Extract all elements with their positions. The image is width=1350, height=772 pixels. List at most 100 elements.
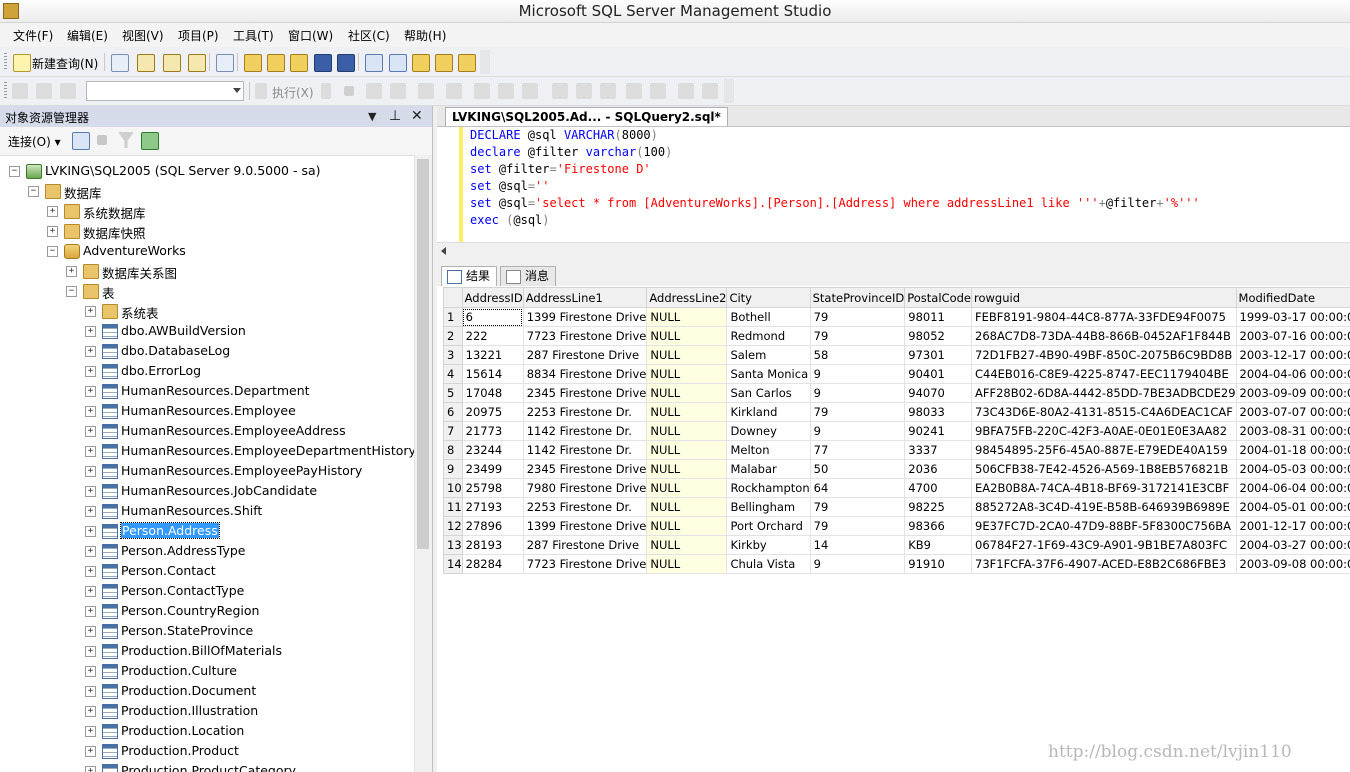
expand-icon[interactable]: +: [85, 626, 96, 637]
table-cell[interactable]: 98225: [904, 497, 972, 517]
row-number[interactable]: 11: [443, 497, 463, 517]
table-cell[interactable]: NULL: [646, 364, 728, 384]
tree-node[interactable]: − AdventureWorks: [0, 241, 414, 261]
tree-node-label[interactable]: Person.CountryRegion: [121, 603, 259, 618]
table-row[interactable]: 5 17048 2345 Firestone Drive NULL San Carlos…: [443, 383, 1350, 403]
row-number[interactable]: 1: [443, 307, 463, 327]
table-cell[interactable]: 28284: [461, 554, 524, 574]
tree-node-label[interactable]: HumanResources.EmployeeAddress: [121, 423, 346, 438]
table-cell[interactable]: 79: [809, 326, 906, 346]
table-cell[interactable]: 20975: [461, 402, 524, 422]
outdent-icon[interactable]: [650, 83, 666, 99]
tree-node-label[interactable]: Production.Document: [121, 683, 256, 698]
table-cell[interactable]: 2001-12-17 00:00:00.000: [1235, 516, 1350, 536]
execute-icon[interactable]: [255, 83, 267, 99]
menu-item[interactable]: 窗口(W): [288, 27, 333, 44]
tree-node[interactable]: + HumanResources.Department: [0, 381, 414, 401]
table-cell[interactable]: Bellingham: [726, 497, 811, 517]
table-cell[interactable]: Bothell: [726, 307, 811, 327]
table-cell[interactable]: 7980 Firestone Drive: [522, 478, 648, 498]
table-cell[interactable]: 2003-07-07 00:00:00.000: [1235, 402, 1350, 422]
table-row[interactable]: 7 21773 1142 Firestone Dr. NULL Downey 9 90241…: [443, 421, 1350, 441]
table-cell[interactable]: C44EB016-C8E9-4225-8747-EEC1179404BE: [971, 364, 1237, 384]
available-databases-combo[interactable]: [86, 81, 244, 101]
tree-node[interactable]: + Person.ContactType: [0, 581, 414, 601]
table-cell[interactable]: 17048: [461, 383, 524, 403]
table-cell[interactable]: 9: [809, 364, 906, 384]
table-cell[interactable]: 885272A8-3C4D-419E-B58B-646939B6989E: [971, 497, 1237, 517]
tree-node[interactable]: + dbo.AWBuildVersion: [0, 321, 414, 341]
tree-node-label[interactable]: 系统数据库: [83, 203, 146, 222]
tree-node-label[interactable]: 数据库关系图: [102, 263, 177, 282]
registered-servers-icon[interactable]: [365, 54, 383, 72]
window-position-icon[interactable]: ▼: [368, 110, 376, 123]
column-header[interactable]: rowguid: [971, 287, 1237, 308]
row-number[interactable]: 13: [443, 535, 463, 555]
table-cell[interactable]: KB9: [904, 535, 972, 555]
table-cell[interactable]: 23244: [461, 440, 524, 460]
table-cell[interactable]: 2004-06-04 00:00:00.000: [1235, 478, 1350, 498]
table-cell[interactable]: 7723 Firestone Drive: [522, 326, 648, 346]
column-header[interactable]: AddressID: [461, 287, 524, 308]
table-cell[interactable]: NULL: [646, 383, 728, 403]
table-cell[interactable]: 21773: [461, 421, 524, 441]
tree-node-label[interactable]: Person.ContactType: [121, 583, 244, 598]
table-cell[interactable]: 2003-09-09 00:00:00.000: [1235, 383, 1350, 403]
expand-icon[interactable]: +: [85, 566, 96, 577]
query-designer-icon[interactable]: [418, 83, 434, 99]
column-header[interactable]: ModifiedDate: [1235, 287, 1350, 308]
increase-indent-icon[interactable]: [702, 83, 718, 99]
code-line[interactable]: set @filter='Firestone D': [470, 161, 651, 178]
table-cell[interactable]: Santa Monica: [726, 364, 811, 384]
table-cell[interactable]: 98366: [904, 516, 972, 536]
table-cell[interactable]: Rockhampton: [726, 478, 811, 498]
expand-icon[interactable]: +: [85, 706, 96, 717]
row-number[interactable]: 9: [443, 459, 463, 479]
table-cell[interactable]: Malabar: [726, 459, 811, 479]
table-cell[interactable]: 9E37FC7D-2CA0-47D9-88BF-5F8300C756BA: [971, 516, 1237, 536]
table-cell[interactable]: NULL: [646, 459, 728, 479]
table-row[interactable]: 8 23244 1142 Firestone Dr. NULL Melton 77 3337…: [443, 440, 1350, 460]
tree-node-label[interactable]: Person.Address: [120, 522, 220, 539]
stop-icon[interactable]: [97, 135, 107, 145]
table-cell[interactable]: 79: [809, 402, 906, 422]
menu-item[interactable]: 文件(F): [13, 27, 53, 44]
expand-icon[interactable]: +: [85, 666, 96, 677]
tree-node[interactable]: + dbo.ErrorLog: [0, 361, 414, 381]
table-cell[interactable]: 9: [809, 421, 906, 441]
properties-window-icon[interactable]: [435, 54, 453, 72]
tree-node[interactable]: + Production.ProductCategory: [0, 761, 414, 772]
expand-icon[interactable]: +: [85, 446, 96, 457]
table-cell[interactable]: NULL: [646, 535, 728, 555]
sql-editor[interactable]: DECLARE @sql VARCHAR(8000) declare @filte…: [437, 126, 1350, 243]
menu-item[interactable]: 编辑(E): [67, 27, 108, 44]
table-cell[interactable]: NULL: [646, 402, 728, 422]
table-cell[interactable]: NULL: [646, 516, 728, 536]
table-cell[interactable]: 97301: [904, 345, 972, 365]
table-cell[interactable]: 287 Firestone Drive: [522, 535, 648, 555]
tree-node-label[interactable]: 数据库快照: [83, 223, 146, 242]
table-cell[interactable]: NULL: [646, 554, 728, 574]
row-number[interactable]: 14: [443, 554, 463, 574]
table-cell[interactable]: 7723 Firestone Drive: [522, 554, 648, 574]
tree-node[interactable]: + Person.Address: [0, 521, 414, 541]
table-row[interactable]: 1 6 1399 Firestone Drive NULL Bothell 79 98011…: [443, 307, 1350, 327]
table-row[interactable]: 12 27896 1399 Firestone Drive NULL Port Orch…: [443, 516, 1350, 536]
table-cell[interactable]: 2253 Firestone Dr.: [522, 497, 648, 517]
menu-item[interactable]: 工具(T): [233, 27, 274, 44]
tree-node[interactable]: + Person.StateProvince: [0, 621, 414, 641]
open-file-icon[interactable]: [244, 54, 262, 72]
tree-node[interactable]: + Production.Culture: [0, 661, 414, 681]
menu-item[interactable]: 帮助(H): [404, 27, 446, 44]
table-cell[interactable]: 1999-03-17 00:00:00.000: [1235, 307, 1350, 327]
collapse-icon[interactable]: −: [66, 286, 77, 297]
row-number[interactable]: 10: [443, 478, 463, 498]
table-cell[interactable]: 72D1FB27-4B90-49BF-850C-2075B6C9BD8B: [971, 345, 1237, 365]
database-engine-query-icon[interactable]: [137, 54, 155, 72]
tree-node[interactable]: + Person.AddressType: [0, 541, 414, 561]
table-cell[interactable]: 2036: [904, 459, 972, 479]
include-plan-icon[interactable]: [474, 83, 490, 99]
table-cell[interactable]: NULL: [646, 478, 728, 498]
object-explorer-scrollbar[interactable]: [414, 155, 432, 772]
table-cell[interactable]: 2004-05-01 00:00:00.000: [1235, 497, 1350, 517]
